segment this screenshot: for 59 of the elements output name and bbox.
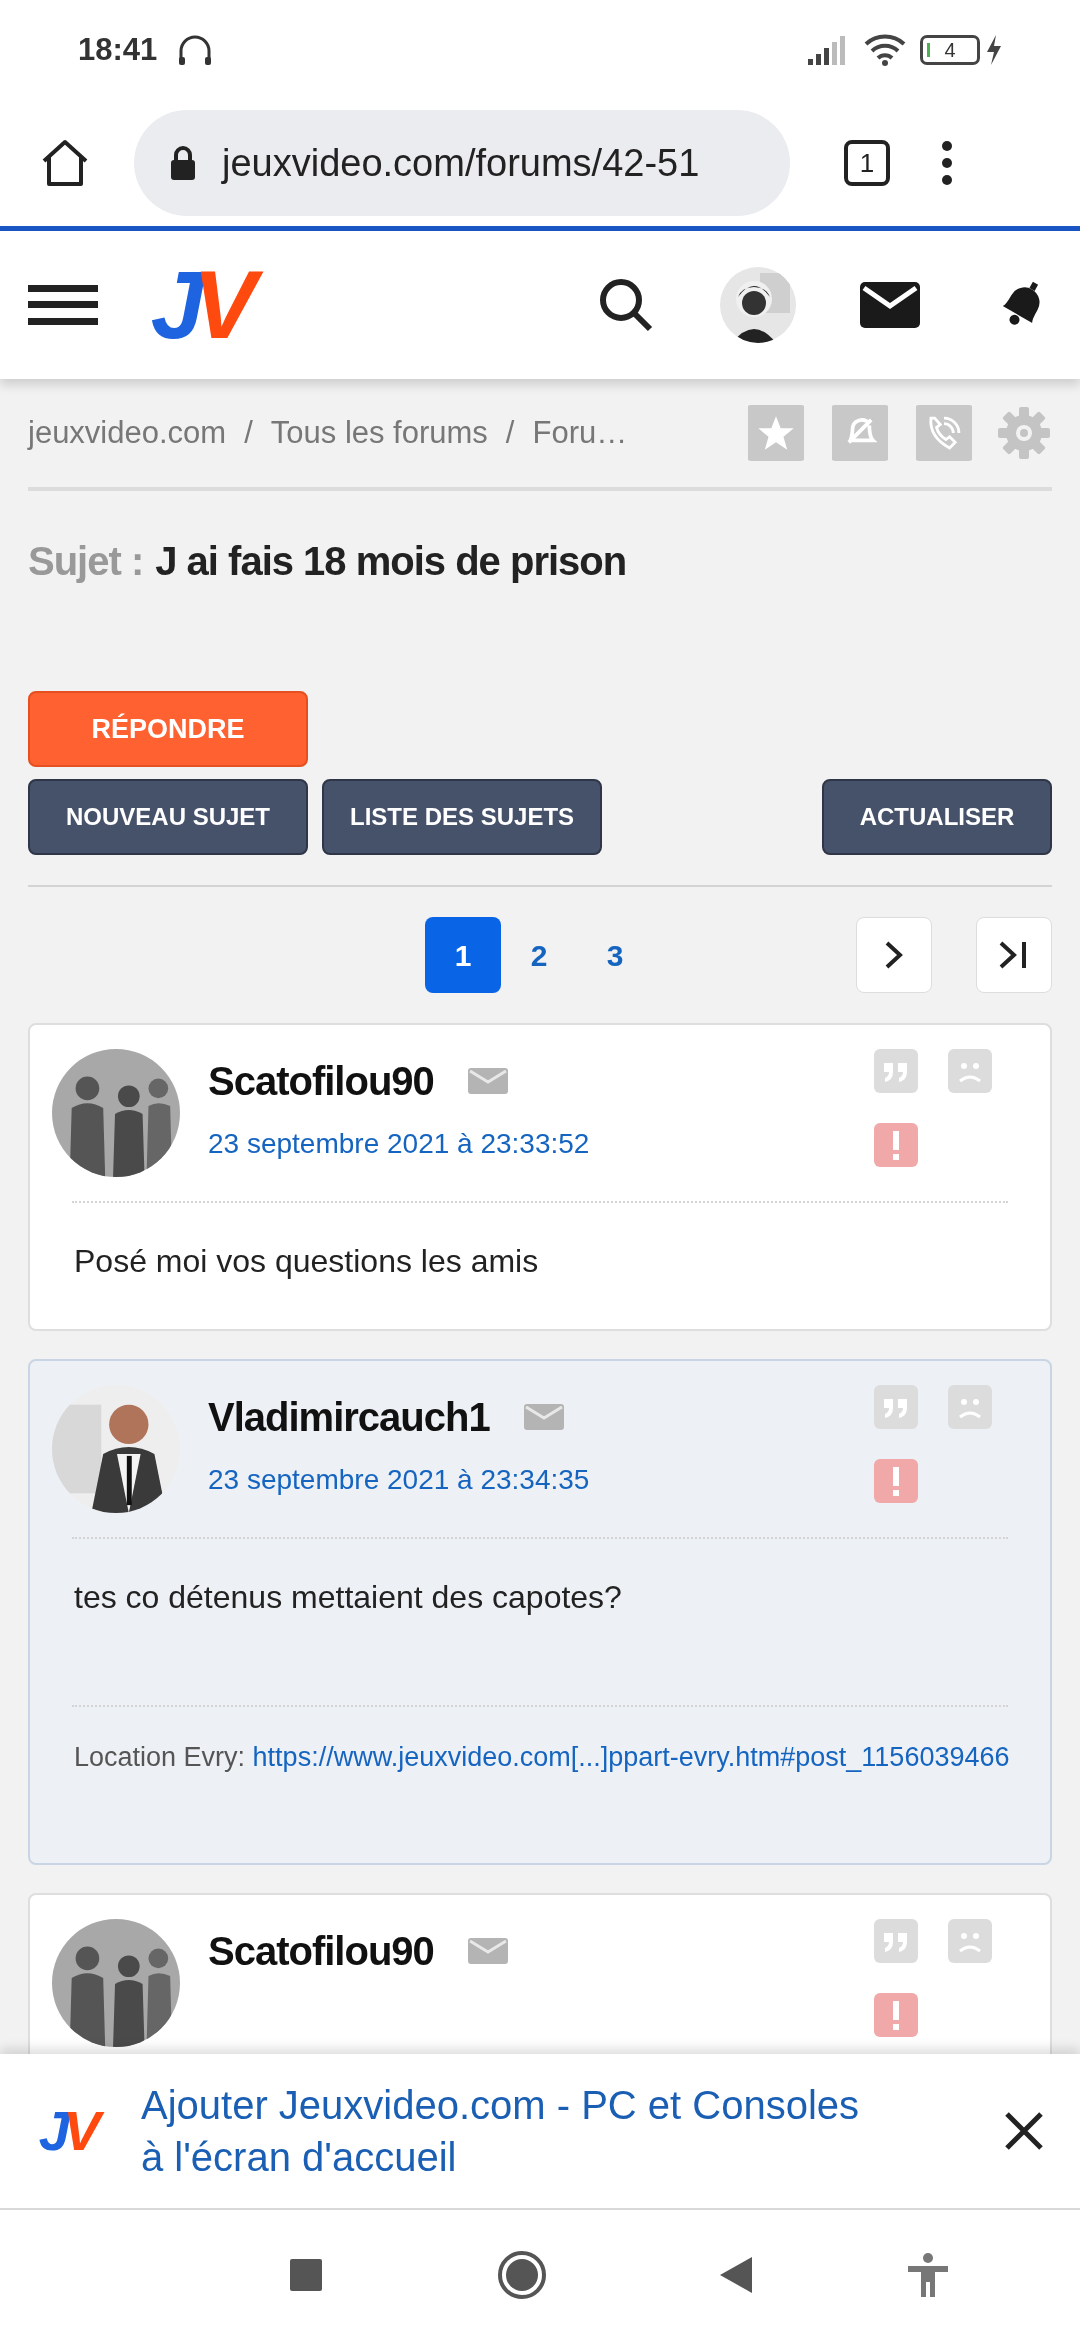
chevron-right-icon xyxy=(884,940,904,970)
forum-button[interactable]: NOUVEAU SUJET xyxy=(28,779,308,855)
alert-icon[interactable] xyxy=(874,1459,918,1503)
last-page-button[interactable] xyxy=(976,917,1052,993)
post-date[interactable]: 23 septembre 2021 à 23:34:35 xyxy=(208,1459,874,1501)
home-icon[interactable] xyxy=(40,139,90,187)
status-time: 18:41 xyxy=(78,30,158,69)
topic-label: Sujet : xyxy=(28,538,144,585)
menu-icon[interactable] xyxy=(28,285,98,325)
sad-face-icon[interactable] xyxy=(948,1385,992,1429)
install-banner[interactable]: JV Ajouter Jeuxvideo.com - PC et Consoles à l'écran d'accueil xyxy=(0,2054,1080,2210)
settings-icon[interactable] xyxy=(996,405,1052,461)
author-name[interactable]: Scatofilou90 xyxy=(208,1061,434,1101)
home-button-icon[interactable] xyxy=(497,2250,547,2300)
wifi-icon xyxy=(864,34,906,66)
headphones-icon xyxy=(177,33,214,67)
author-name[interactable]: Vladimircauch1 xyxy=(208,1397,490,1437)
tab-count[interactable]: 1 xyxy=(844,140,890,186)
page-link[interactable]: 3 xyxy=(577,917,653,993)
next-page-button[interactable] xyxy=(856,917,932,993)
author-name[interactable]: Scatofilou90 xyxy=(208,1931,434,1971)
phone-icon[interactable] xyxy=(914,405,974,461)
lock-icon xyxy=(170,146,196,180)
search-icon[interactable] xyxy=(598,277,654,333)
accessibility-icon[interactable] xyxy=(908,2253,948,2297)
sad-face-icon[interactable] xyxy=(948,1919,992,1963)
site-logo[interactable]: JV xyxy=(146,247,272,363)
breadcrumb-link[interactable]: Foru… xyxy=(532,409,628,457)
quote-icon[interactable] xyxy=(874,1049,918,1093)
install-banner-text[interactable]: Ajouter Jeuxvideo.com - PC et Consoles à l'écran d'accueil xyxy=(141,2079,881,2183)
back-icon[interactable] xyxy=(720,2257,752,2293)
forum-button[interactable]: ACTUALISER xyxy=(822,779,1052,855)
forum-button[interactable]: LISTE DES SUJETS xyxy=(322,779,602,855)
page-link[interactable]: 1 xyxy=(425,917,501,993)
battery-icon: 4 xyxy=(920,35,980,65)
alert-icon[interactable] xyxy=(874,1993,918,2037)
quote-icon[interactable] xyxy=(874,1919,918,1963)
more-options-icon[interactable] xyxy=(940,140,954,186)
app-logo[interactable]: JV xyxy=(36,2097,109,2165)
reply-button[interactable]: RÉPONDRE xyxy=(28,691,308,767)
mail-icon[interactable] xyxy=(860,282,920,328)
breadcrumb-link[interactable]: Tous les forums xyxy=(270,409,488,457)
address-bar[interactable]: jeuxvideo.com/forums/42-51 xyxy=(134,110,790,216)
sad-face-icon[interactable] xyxy=(948,1049,992,1093)
topic-title: J ai fais 18 mois de prison xyxy=(155,538,627,585)
post-body: tes co détenus mettaient des capotes? xyxy=(74,1578,623,1617)
breadcrumb-separator: / xyxy=(505,413,515,452)
alert-icon[interactable] xyxy=(874,1123,918,1167)
quote-icon[interactable] xyxy=(874,1385,918,1429)
signature-link[interactable]: https://www.jeuxvideo.com[...]ppart-evry.htm#post_1156039466 xyxy=(252,1742,1010,1772)
post-date[interactable]: 23 septembre 2021 à 23:33:52 xyxy=(208,1123,874,1165)
breadcrumb-separator: / xyxy=(244,413,253,452)
breadcrumb-link[interactable]: jeuxvideo.com xyxy=(28,409,227,457)
post-body: Posé moi vos questions les amis xyxy=(74,1242,540,1281)
close-icon[interactable] xyxy=(1004,2111,1044,2151)
bell-off-icon[interactable] xyxy=(830,405,890,461)
url-text: jeuxvideo.com/forums/42-51 xyxy=(222,140,700,186)
charging-icon xyxy=(986,35,1002,65)
page-link[interactable]: 2 xyxy=(501,917,577,993)
